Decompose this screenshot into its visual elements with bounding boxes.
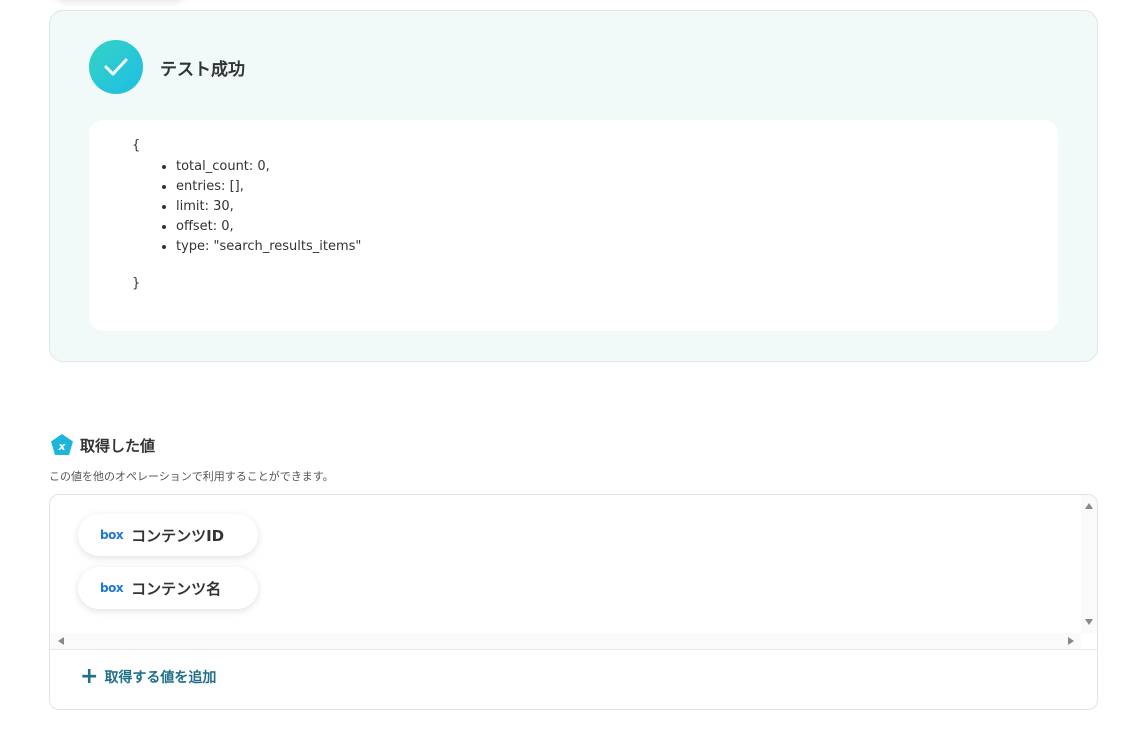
acquired-values-title: 取得した値	[80, 436, 156, 455]
acquired-values-description: この値を他のオペレーションで利用することができます。	[49, 470, 334, 483]
acquired-values-header: x 取得した値	[50, 433, 155, 457]
divider	[50, 649, 1097, 650]
value-chip-content-name[interactable]: box コンテンツ名	[78, 567, 258, 609]
acquired-values-panel: box コンテンツID box コンテンツ名 + 取得する値を追加	[49, 494, 1098, 710]
scroll-left-icon[interactable]	[58, 637, 64, 645]
scroll-up-icon[interactable]	[1085, 503, 1093, 509]
close-brace: }	[132, 276, 141, 291]
result-item: limit: 30,	[176, 197, 361, 217]
open-brace: {	[132, 138, 141, 153]
result-item: type: "search_results_items"	[176, 237, 361, 257]
variable-pentagon-icon: x	[51, 434, 73, 455]
horizontal-scrollbar[interactable]	[50, 633, 1081, 649]
result-box: { total_count: 0, entries: [], limit: 30…	[89, 120, 1058, 331]
add-value-button[interactable]: + 取得する値を追加	[80, 664, 217, 689]
plus-icon: +	[80, 664, 99, 689]
box-logo-icon: box	[100, 581, 124, 595]
values-scroll-area[interactable]: box コンテンツID box コンテンツ名	[50, 495, 1097, 649]
test-success-panel: テスト成功 { total_count: 0, entries: [], lim…	[49, 10, 1098, 362]
value-chip-content-id[interactable]: box コンテンツID	[78, 514, 258, 556]
result-list: total_count: 0, entries: [], limit: 30, …	[176, 157, 361, 257]
result-item: entries: [],	[176, 177, 361, 197]
result-item: total_count: 0,	[176, 157, 361, 177]
result-item: offset: 0,	[176, 217, 361, 237]
vertical-scrollbar[interactable]	[1081, 495, 1097, 633]
check-icon	[89, 40, 143, 94]
scroll-right-icon[interactable]	[1068, 637, 1074, 645]
scroll-down-icon[interactable]	[1085, 619, 1093, 625]
add-value-label: 取得する値を追加	[104, 670, 217, 686]
svg-text:x: x	[57, 440, 66, 453]
chip-label: コンテンツ名	[131, 579, 222, 598]
success-title: テスト成功	[160, 60, 245, 80]
chip-label: コンテンツID	[131, 526, 225, 545]
box-logo-icon: box	[100, 528, 124, 542]
